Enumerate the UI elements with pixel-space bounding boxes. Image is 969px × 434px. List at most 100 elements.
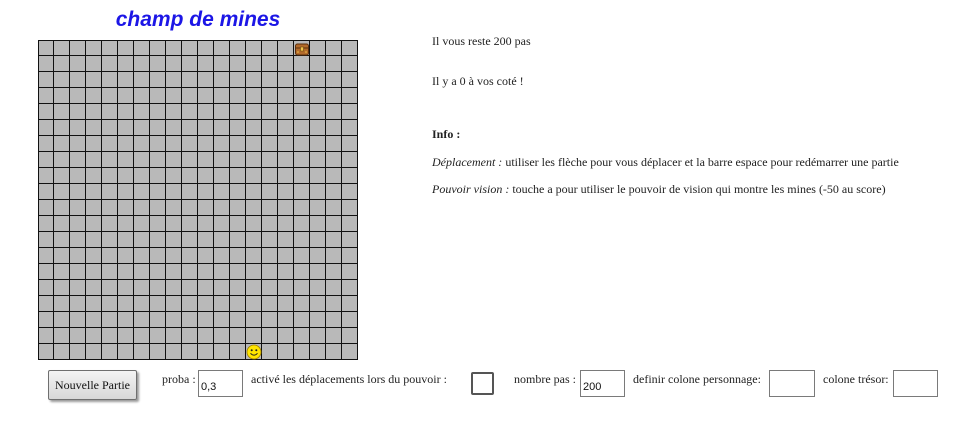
grid-cell <box>246 72 262 88</box>
grid-cell <box>278 136 294 152</box>
grid-cell <box>38 152 54 168</box>
grid-cell <box>86 216 102 232</box>
grid-cell <box>182 312 198 328</box>
grid-cell <box>230 200 246 216</box>
grid-cell <box>278 104 294 120</box>
move-text: utiliser les flèche pour vous déplacer e… <box>502 155 899 169</box>
grid-cell <box>310 152 326 168</box>
grid-cell <box>278 232 294 248</box>
grid-cell <box>246 184 262 200</box>
grid-cell <box>86 40 102 56</box>
vision-text: touche a pour utiliser le pouvoir de vis… <box>509 182 886 196</box>
grid-cell <box>230 72 246 88</box>
grid-cell <box>310 56 326 72</box>
grid-cell <box>262 264 278 280</box>
grid-cell <box>166 72 182 88</box>
grid-cell <box>230 296 246 312</box>
info-heading-label: Info : <box>432 127 461 141</box>
grid-cell <box>166 168 182 184</box>
grid-cell <box>54 72 70 88</box>
grid-cell <box>326 40 342 56</box>
grid-cell <box>246 280 262 296</box>
grid-cell <box>294 88 310 104</box>
grid-cell <box>150 168 166 184</box>
grid-cell <box>326 120 342 136</box>
grid-cell <box>342 200 358 216</box>
grid-cell <box>166 200 182 216</box>
grid-cell <box>150 120 166 136</box>
grid-cell <box>262 296 278 312</box>
grid-cell <box>182 104 198 120</box>
grid-cell <box>102 232 118 248</box>
grid-cell <box>198 88 214 104</box>
grid-cell <box>246 200 262 216</box>
grid-cell <box>134 72 150 88</box>
grid-cell <box>246 328 262 344</box>
grid-cell <box>198 216 214 232</box>
grid-cell <box>166 344 182 360</box>
treasure-column-input[interactable] <box>893 370 938 397</box>
grid-cell <box>134 200 150 216</box>
grid-cell <box>54 344 70 360</box>
grid-cell <box>54 184 70 200</box>
grid-cell <box>134 136 150 152</box>
grid-cell <box>310 104 326 120</box>
grid-cell <box>198 232 214 248</box>
grid-cell <box>134 328 150 344</box>
grid-cell <box>182 200 198 216</box>
grid-cell <box>230 280 246 296</box>
grid-cell <box>102 152 118 168</box>
grid-cell <box>86 280 102 296</box>
proba-input[interactable] <box>198 370 243 397</box>
grid-cell <box>310 264 326 280</box>
grid-cell <box>182 248 198 264</box>
minefield-grid[interactable] <box>38 40 358 360</box>
grid-cell <box>118 312 134 328</box>
grid-cell <box>342 280 358 296</box>
grid-cell <box>70 216 86 232</box>
player-column-input[interactable] <box>769 370 815 397</box>
grid-cell <box>294 104 310 120</box>
grid-cell <box>166 328 182 344</box>
grid-cell <box>342 312 358 328</box>
grid-cell <box>38 120 54 136</box>
grid-cell <box>54 312 70 328</box>
grid-cell <box>262 88 278 104</box>
grid-cell <box>38 72 54 88</box>
grid-cell <box>326 280 342 296</box>
grid-cell <box>230 120 246 136</box>
grid-cell <box>326 232 342 248</box>
grid-cell <box>278 88 294 104</box>
grid-cell <box>70 184 86 200</box>
grid-cell <box>166 280 182 296</box>
moves-during-power-checkbox[interactable] <box>471 372 494 395</box>
grid-cell <box>134 184 150 200</box>
grid-cell <box>294 72 310 88</box>
grid-cell <box>86 56 102 72</box>
grid-cell <box>198 344 214 360</box>
grid-cell <box>182 72 198 88</box>
grid-cell <box>166 296 182 312</box>
grid-cell <box>230 152 246 168</box>
grid-cell <box>54 88 70 104</box>
grid-cell <box>182 232 198 248</box>
grid-cell <box>246 136 262 152</box>
grid-cell <box>38 200 54 216</box>
new-game-button[interactable]: Nouvelle Partie <box>48 370 137 400</box>
steps-input[interactable] <box>580 370 625 397</box>
grid-cell <box>342 216 358 232</box>
grid-cell <box>198 312 214 328</box>
grid-cell <box>102 184 118 200</box>
grid-cell <box>214 184 230 200</box>
grid-cell <box>134 312 150 328</box>
grid-cell <box>294 232 310 248</box>
grid-cell <box>86 344 102 360</box>
grid-cell <box>262 248 278 264</box>
grid-cell <box>102 216 118 232</box>
grid-cell <box>150 280 166 296</box>
grid-cell <box>102 168 118 184</box>
grid-cell <box>230 168 246 184</box>
grid-cell <box>214 216 230 232</box>
grid-cell <box>326 248 342 264</box>
grid-cell <box>166 56 182 72</box>
